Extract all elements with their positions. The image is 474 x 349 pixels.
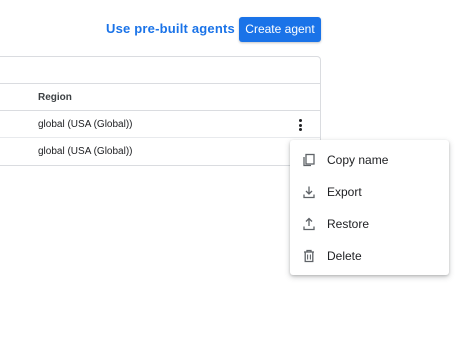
- trash-icon: [302, 249, 316, 263]
- table-toolbar: [0, 57, 320, 84]
- table-header-row: Region: [0, 84, 320, 111]
- menu-item-label: Delete: [327, 249, 362, 263]
- upload-icon: [302, 217, 316, 231]
- row-actions-menu: Copy name Export Restore Delete: [290, 140, 449, 275]
- table-row[interactable]: global (USA (Global)): [0, 138, 320, 165]
- menu-item-label: Copy name: [327, 153, 389, 167]
- agents-page: Use pre-built agents Create agent Region…: [0, 0, 474, 349]
- copy-icon: [302, 153, 316, 167]
- download-icon: [302, 185, 316, 199]
- create-agent-button[interactable]: Create agent: [239, 17, 321, 42]
- menu-item-copy-name[interactable]: Copy name: [290, 144, 449, 176]
- region-cell: global (USA (Global)): [38, 119, 133, 130]
- table-row[interactable]: global (USA (Global)): [0, 111, 320, 138]
- agents-table: Region global (USA (Global)) global (USA…: [0, 56, 321, 166]
- use-prebuilt-agents-button[interactable]: Use pre-built agents: [106, 18, 235, 40]
- menu-item-export[interactable]: Export: [290, 176, 449, 208]
- menu-item-restore[interactable]: Restore: [290, 208, 449, 240]
- menu-item-delete[interactable]: Delete: [290, 240, 449, 272]
- column-header-region[interactable]: Region: [38, 84, 72, 111]
- menu-item-label: Restore: [327, 217, 370, 231]
- region-cell: global (USA (Global)): [38, 146, 133, 157]
- menu-item-label: Export: [327, 185, 362, 199]
- more-actions-icon[interactable]: [293, 117, 307, 133]
